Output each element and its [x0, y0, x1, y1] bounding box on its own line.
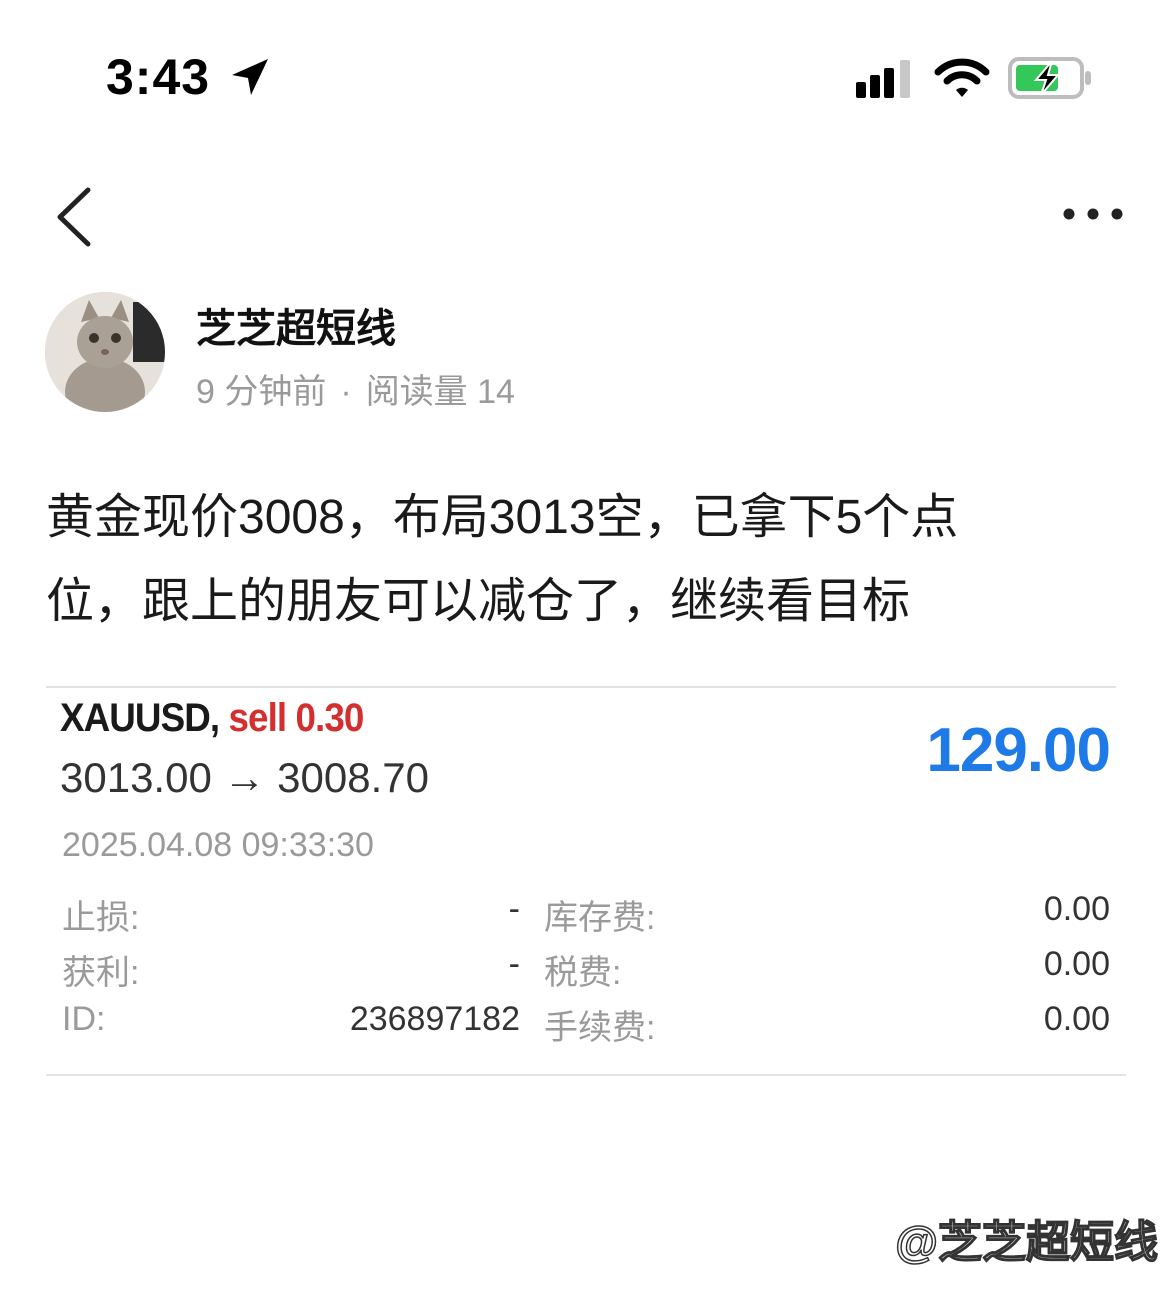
trade-symbol-line: XAUUSD, sell 0.30	[60, 696, 365, 741]
trade-prices: 3013.00 → 3008.70	[60, 754, 429, 801]
status-time: 3:43	[106, 49, 211, 105]
post-body: 黄金现价3008，布局3013空，已拿下5个点 位，跟上的朋友可以减仓了，继续看…	[46, 476, 1126, 644]
id-value: 236897182	[349, 1000, 520, 1038]
more-dots-icon[interactable]	[1060, 205, 1126, 223]
read-count: 阅读量 14	[365, 373, 515, 411]
id-label: ID:	[62, 1000, 106, 1038]
meta-separator: ·	[340, 373, 352, 411]
tax-value: 0.00	[1043, 945, 1110, 983]
commission-label: 手续费:	[544, 1009, 656, 1047]
back-chevron-icon[interactable]	[52, 186, 98, 248]
post-line-1: 黄金现价3008，布局3013空，已拿下5个点	[46, 491, 959, 544]
trade-side: sell 0.30	[228, 696, 365, 740]
takeprofit-value: -	[508, 945, 520, 983]
takeprofit-label: 获利:	[62, 954, 140, 992]
tax-label: 税费:	[544, 954, 622, 992]
content-divider	[46, 1074, 1126, 1076]
avatar[interactable]	[45, 292, 165, 412]
watermark: @芝芝超短线	[894, 1217, 1158, 1268]
swap-label: 库存费:	[544, 899, 656, 937]
wifi-icon	[934, 58, 990, 97]
battery-charging-icon	[1008, 57, 1091, 99]
post-meta: 9 分钟前 · 阅读量 14	[196, 364, 515, 413]
author-name[interactable]: 芝芝超短线	[196, 296, 396, 354]
post-line-2: 位，跟上的朋友可以减仓了，继续看目标	[46, 575, 911, 628]
stoploss-value: -	[508, 890, 520, 928]
swap-value: 0.00	[1043, 890, 1110, 928]
location-arrow-icon	[232, 59, 268, 95]
trade-datetime: 2025.04.08 09:33:30	[62, 826, 374, 864]
stoploss-label: 止损:	[62, 899, 140, 937]
card-divider	[46, 686, 1116, 688]
time-ago: 9 分钟前	[196, 373, 327, 411]
trade-profit: 129.00	[926, 716, 1111, 785]
cat-avatar-image	[45, 292, 165, 412]
cellular-signal-icon	[856, 60, 910, 98]
commission-value: 0.00	[1043, 1000, 1110, 1038]
trade-symbol: XAUUSD,	[60, 696, 220, 740]
